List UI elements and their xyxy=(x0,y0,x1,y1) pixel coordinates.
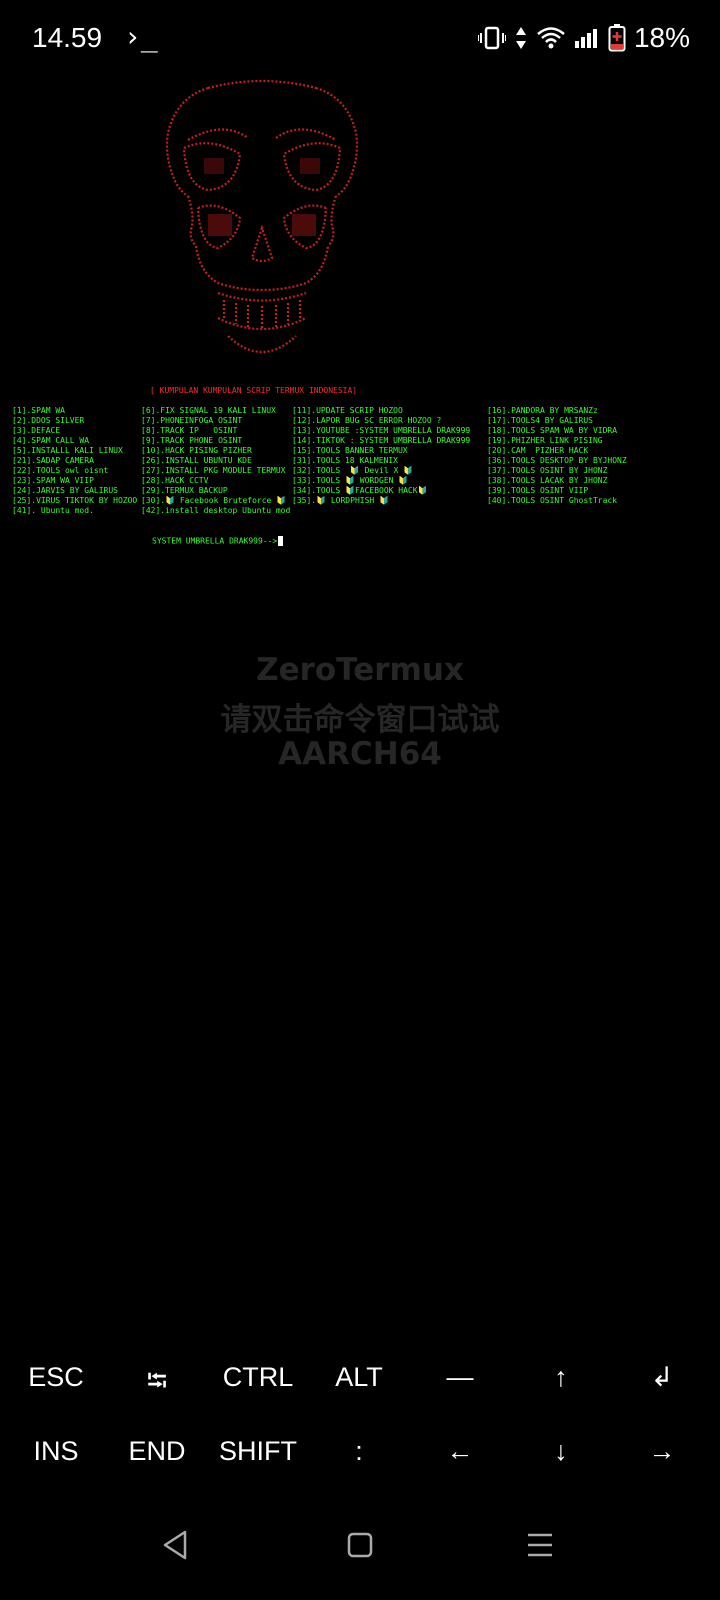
menu-option: [11].UPDATE SCRIP HOZOO xyxy=(292,406,403,415)
menu-option: [40].TOOLS OSINT GhostTrack xyxy=(487,496,618,505)
menu-column-3: [11].UPDATE SCRIP HOZOO [12].LAPOR BUG SC… xyxy=(292,406,470,506)
watermark-arch: AARCH64 xyxy=(278,736,442,772)
status-bar: 14.59 ›_ 18% xyxy=(0,0,720,80)
menu-option: [10].HACK PISING PIZHER xyxy=(141,446,252,455)
menu-option: [27].INSTALL PKG MODULE TERMUX xyxy=(141,466,286,475)
terminal-prompt-icon: ›_ xyxy=(124,20,158,53)
menu-option: [25].VIRUS TIKTOK BY HOZOO xyxy=(12,496,138,505)
menu-option: [34].TOOLS 🔰FACEBOOK HACK🔰 xyxy=(292,486,428,495)
tab-key[interactable]: ⭾ xyxy=(107,1362,207,1408)
menu-option: [38].TOOLS LACAK BY JHONZ xyxy=(487,476,608,485)
menu-option: [30].🔰 Facebook Bruteforce 🔰 xyxy=(141,496,287,505)
menu-option: [1].SPAM WA xyxy=(12,406,65,415)
ins-key[interactable]: INS xyxy=(6,1436,106,1467)
vibrate-icon xyxy=(477,26,506,50)
menu-column-2: [6].FIX SIGNAL 19 KALI LINUX [7].PHONEINF… xyxy=(141,406,290,516)
menu-option: [3].DEFACE xyxy=(12,426,61,435)
enter-key[interactable]: ↲ xyxy=(612,1362,712,1393)
menu-option: [32].TOOLS 🔰 Devil X 🔰 xyxy=(292,466,414,475)
menu-option: [2].DDOS SILVER xyxy=(12,416,85,425)
menu-option: [22].TOOLS owl oisnt xyxy=(12,466,109,475)
navigation-bar xyxy=(0,1520,720,1600)
menu-option: [36].TOOLS DESKTOP BY BYJHONZ xyxy=(487,456,627,465)
menu-option: [16].PANDORA BY MRSANZz xyxy=(487,406,598,415)
menu-option: [39].TOOLS OSINT VIIP xyxy=(487,486,589,495)
menu-option: [6].FIX SIGNAL 19 KALI LINUX xyxy=(141,406,276,415)
menu-option: [5].INSTALLL KALI LINUX xyxy=(12,446,123,455)
esc-key[interactable]: ESC xyxy=(6,1362,106,1393)
recents-icon[interactable] xyxy=(527,1532,553,1558)
dash-key[interactable]: — xyxy=(410,1362,510,1393)
terminal-prompt[interactable]: SYSTEM UMBRELLA DRAK999--> xyxy=(152,536,284,546)
menu-option: [19].PHIZHER LINK PISING xyxy=(487,436,603,445)
colon-key[interactable]: : xyxy=(309,1436,409,1467)
menu-option: [18].TOOLS SPAM WA BY VIDRA xyxy=(487,426,618,435)
menu-option: [13].YOUTUBE :SYSTEM UMBRELLA DRAK999 xyxy=(292,426,471,435)
menu-column-4: [16].PANDORA BY MRSANZz [17].TOOLS4 BY GA… xyxy=(487,406,627,506)
menu-option: [33].TOOLS 🔰 WORDGEN 🔰 xyxy=(292,476,409,485)
menu-option: [20].CAM PIZHER HACK xyxy=(487,446,589,455)
extra-keys-row-1: ESC ⭾ CTRL ALT — ↑ ↲ xyxy=(0,1362,720,1432)
terminal-banner: [ KUMPULAN KUMPULAN SCRIP TERMUX INDONES… xyxy=(150,386,358,395)
menu-option: [42].install desktop Ubuntu mod xyxy=(141,506,291,515)
menu-option: [35].🔰 LORDPHISH 🔰 xyxy=(292,496,389,505)
shift-key[interactable]: SHIFT xyxy=(208,1436,308,1467)
menu-option: [24].JARVIS BY GALIRUS xyxy=(12,486,118,495)
menu-option: [12].LAPOR BUG SC ERROR HOZOO ? xyxy=(292,416,442,425)
menu-option: [23].SPAM WA VIIP xyxy=(12,476,94,485)
data-arrows-icon xyxy=(515,27,526,49)
menu-column-1: [1].SPAM WA [2].DDOS SILVER [3].DEFACE [4].… xyxy=(12,406,137,516)
menu-option: [21].SADAP CAMERA xyxy=(12,456,94,465)
menu-option: [41]. Ubuntu mod. xyxy=(12,506,94,515)
skull-ascii-art xyxy=(165,79,359,354)
menu-option: [31].TOOLS 18 KALMENIX xyxy=(292,456,398,465)
status-icons: 18% xyxy=(477,22,690,54)
menu-option: [14].TIKTOK : SYSTEM UMBRELLA DRAK999 xyxy=(292,436,471,445)
battery-charging-icon xyxy=(608,24,626,52)
menu-option: [37].TOOLS OSINT BY JHONZ xyxy=(487,466,608,475)
menu-option: [29].TERMUX BACKUP xyxy=(141,486,228,495)
watermark-title: ZeroTermux xyxy=(256,652,464,688)
back-icon[interactable] xyxy=(162,1530,188,1560)
status-time: 14.59 xyxy=(32,22,103,53)
menu-option: [26].INSTALL UBUNTU KDE xyxy=(141,456,252,465)
watermark-hint: 请双击命令窗口试试 xyxy=(220,702,500,738)
menu-option: [4].SPAM CALL WA xyxy=(12,436,90,445)
signal-icon xyxy=(574,29,597,48)
wifi-icon xyxy=(537,27,565,49)
down-arrow-key[interactable]: ↓ xyxy=(511,1436,611,1467)
menu-option: [7].PHONEINFOGA OSINT xyxy=(141,416,243,425)
prompt-text: SYSTEM UMBRELLA DRAK999--> xyxy=(152,536,278,546)
alt-key[interactable]: ALT xyxy=(309,1362,409,1393)
right-arrow-key[interactable]: → xyxy=(612,1436,712,1467)
ctrl-key[interactable]: CTRL xyxy=(208,1362,308,1393)
battery-percent: 18% xyxy=(633,22,690,53)
menu-option: [15].TOOLS BANNER TERMUX xyxy=(292,446,408,455)
menu-option: [28].HACK CCTV xyxy=(141,476,209,485)
up-arrow-key[interactable]: ↑ xyxy=(511,1362,611,1393)
menu-option: [8].TRACK IP OSINT xyxy=(141,426,238,435)
extra-keys-row-2: INS END SHIFT : ← ↓ → xyxy=(0,1436,720,1506)
end-key[interactable]: END xyxy=(107,1436,207,1467)
home-icon[interactable] xyxy=(347,1532,373,1558)
text-cursor xyxy=(278,536,284,546)
left-arrow-key[interactable]: ← xyxy=(410,1436,510,1467)
menu-option: [9].TRACK PHONE OSINT xyxy=(141,436,243,445)
menu-option: [17].TOOLS4 BY GALIRUS xyxy=(487,416,593,425)
